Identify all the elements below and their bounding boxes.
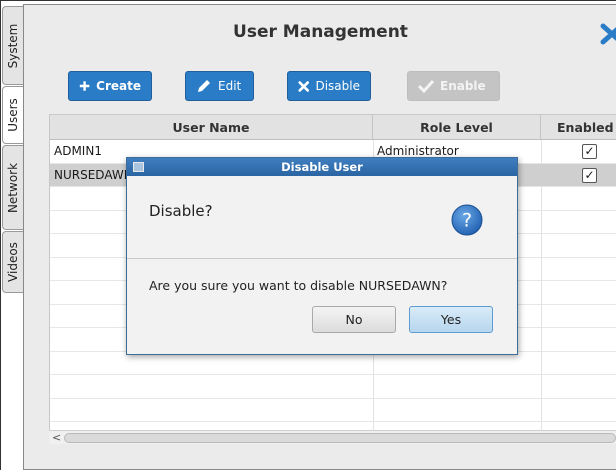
- column-header-role-level[interactable]: Role Level: [373, 115, 541, 140]
- scroll-left-icon[interactable]: <: [52, 431, 61, 444]
- tab-users-label: Users: [6, 98, 20, 132]
- enabled-checkbox[interactable]: ✓: [582, 167, 597, 183]
- enable-button-label: Enable: [440, 79, 486, 93]
- enable-button[interactable]: Enable: [407, 71, 500, 101]
- dialog-header-text: Disable?: [149, 202, 213, 220]
- vertical-tabs: System Users Network Videos: [0, 6, 23, 466]
- disable-button-label: Disable: [315, 79, 360, 93]
- table-row: [50, 375, 616, 399]
- disable-user-dialog: Disable User Disable? ? Are you sure you…: [126, 157, 518, 355]
- tab-system[interactable]: System: [2, 6, 23, 85]
- tab-network-label: Network: [6, 162, 20, 213]
- close-x-icon[interactable]: [599, 23, 616, 45]
- tab-network[interactable]: Network: [2, 145, 23, 230]
- question-icon: ?: [451, 204, 483, 236]
- pencil-icon: [198, 80, 210, 92]
- table-header: User Name Role Level Enabled: [50, 115, 616, 140]
- svg-text:?: ?: [462, 210, 472, 232]
- dialog-title: Disable User: [281, 160, 363, 174]
- enabled-checkbox[interactable]: ✓: [582, 144, 597, 159]
- window-icon: [133, 162, 144, 172]
- dialog-titlebar[interactable]: Disable User: [127, 158, 517, 176]
- x-icon: [298, 80, 310, 92]
- create-button[interactable]: Create: [68, 71, 152, 101]
- page-title: User Management: [233, 22, 408, 42]
- cell-enabled: ✓: [541, 140, 616, 163]
- disable-button[interactable]: Disable: [287, 71, 371, 101]
- tab-users[interactable]: Users: [2, 86, 23, 144]
- table-row: [50, 352, 616, 375]
- column-header-user-name[interactable]: User Name: [50, 115, 373, 140]
- yes-button[interactable]: Yes: [409, 306, 493, 333]
- column-header-enabled[interactable]: Enabled: [541, 115, 616, 140]
- create-button-label: Create: [96, 79, 141, 93]
- tab-videos[interactable]: Videos: [2, 231, 23, 293]
- table-row: [50, 399, 616, 422]
- tab-videos-label: Videos: [6, 242, 20, 282]
- checkmark-icon: [418, 79, 434, 93]
- scrollbar-thumb[interactable]: [64, 433, 616, 443]
- cell-enabled: ✓: [541, 164, 616, 187]
- plus-icon: [79, 81, 90, 91]
- edit-button-label: Edit: [218, 79, 242, 93]
- dialog-header: Disable? ?: [127, 176, 517, 259]
- edit-button[interactable]: Edit: [185, 71, 254, 101]
- tab-system-label: System: [6, 23, 20, 68]
- horizontal-scrollbar[interactable]: <: [49, 430, 616, 444]
- dialog-message: Are you sure you want to disable NURSEDA…: [149, 278, 448, 293]
- no-button[interactable]: No: [312, 306, 396, 333]
